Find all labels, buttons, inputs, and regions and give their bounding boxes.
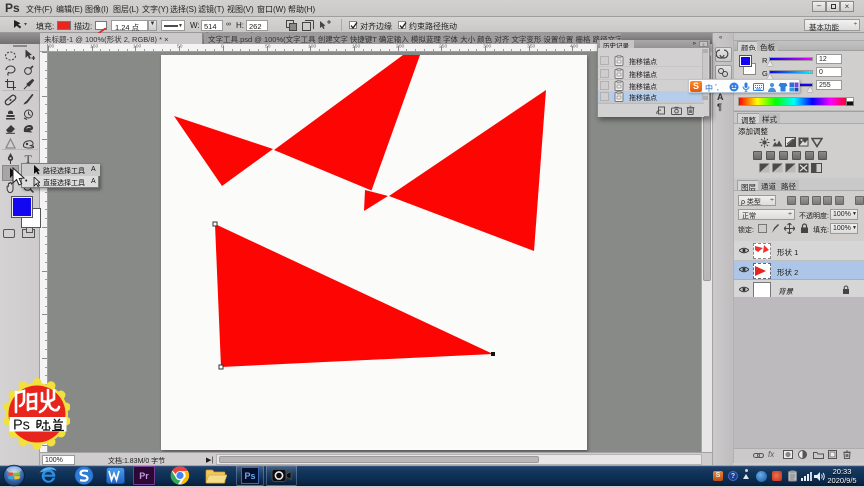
svg-text:Ps: Ps: [13, 418, 30, 434]
